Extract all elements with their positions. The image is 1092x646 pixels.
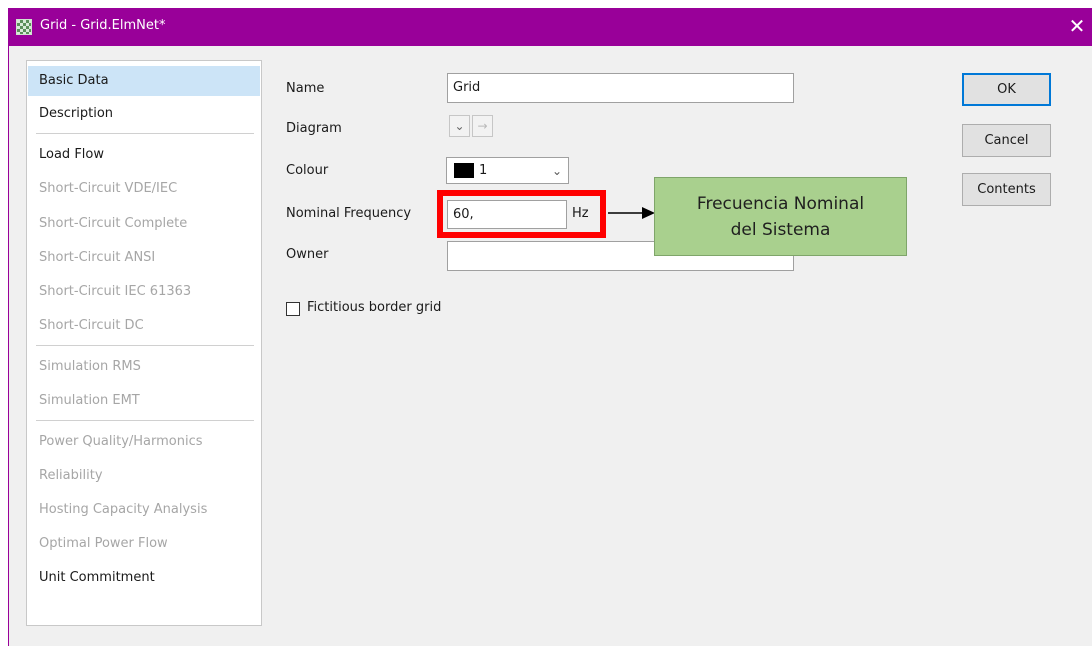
nav-item-load-flow[interactable]: Load Flow [28,140,260,170]
annotation-callout: Frecuencia Nominal del Sistema [654,177,907,256]
nav-item-short-circuit-iec-61363[interactable]: Short-Circuit IEC 61363 [28,277,260,307]
colour-value: 1 [479,163,488,178]
annotation-arrow-icon [608,207,655,219]
colour-select[interactable]: 1 ⌄ [446,157,569,184]
title-bar: Grid - Grid.ElmNet* ✕ [8,8,1092,46]
nav-item-hosting-capacity-analysis[interactable]: Hosting Capacity Analysis [28,495,260,525]
nav-item-short-circuit-vde-iec[interactable]: Short-Circuit VDE/IEC [28,174,260,204]
diagram-dropdown-icon[interactable]: ⌄ [449,115,470,137]
nav-item-simulation-rms[interactable]: Simulation RMS [28,352,260,382]
frequency-highlight-box [437,190,606,238]
nav-item-description[interactable]: Description [28,99,260,129]
nav-divider [36,420,254,421]
annotation-line-2: del Sistema [730,220,831,240]
diagram-jump-arrow-icon[interactable]: → [472,115,493,137]
nav-item-short-circuit-dc[interactable]: Short-Circuit DC [28,311,260,341]
fictitious-border-grid-checkbox[interactable] [286,302,300,316]
diagram-label: Diagram [286,121,342,136]
name-label: Name [286,81,325,96]
contents-button[interactable]: Contents [962,173,1051,206]
nav-item-power-quality-harmonics[interactable]: Power Quality/Harmonics [28,427,260,457]
colour-label: Colour [286,163,329,178]
nav-item-basic-data[interactable]: Basic Data [28,66,260,96]
nav-item-optimal-power-flow[interactable]: Optimal Power Flow [28,529,260,559]
ok-button[interactable]: OK [962,73,1051,106]
nav-item-short-circuit-complete[interactable]: Short-Circuit Complete [28,209,260,239]
nav-divider [36,345,254,346]
page-navigation-list: Basic Data Description Load Flow Short-C… [26,60,262,626]
nav-item-simulation-emt[interactable]: Simulation EMT [28,386,260,416]
nominal-frequency-label: Nominal Frequency [286,206,412,221]
nav-item-unit-commitment[interactable]: Unit Commitment [28,563,260,593]
chevron-down-icon: ⌄ [551,164,562,178]
name-input[interactable]: Grid [447,73,794,103]
grid-app-icon [16,19,32,35]
close-icon[interactable]: ✕ [1066,14,1088,38]
nav-item-short-circuit-ansi[interactable]: Short-Circuit ANSI [28,243,260,273]
window-title: Grid - Grid.ElmNet* [40,18,166,33]
nav-item-reliability[interactable]: Reliability [28,461,260,491]
annotation-line-1: Frecuencia Nominal [696,194,865,214]
nav-divider [36,133,254,134]
colour-swatch [454,163,474,178]
cancel-button[interactable]: Cancel [962,124,1051,157]
fictitious-border-grid-label[interactable]: Fictitious border grid [307,300,441,315]
owner-label: Owner [286,247,329,262]
